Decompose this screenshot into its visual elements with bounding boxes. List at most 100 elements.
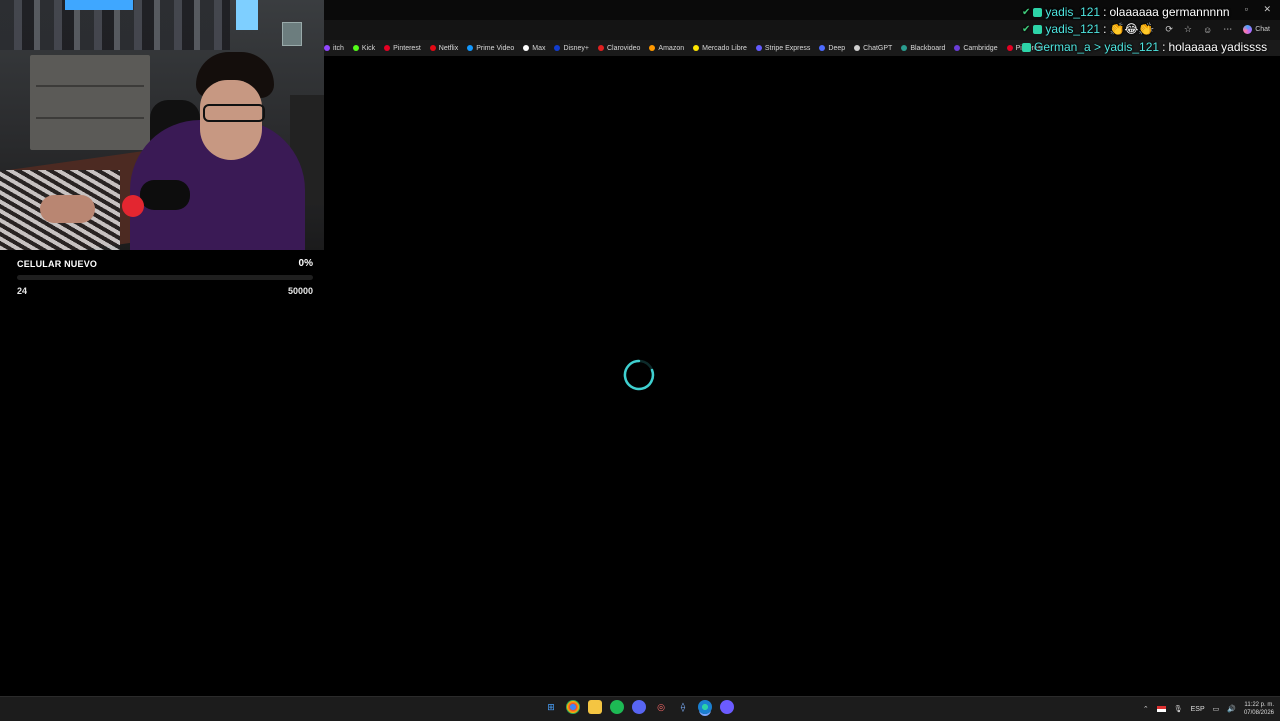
refresh-icon[interactable]: ⟳ <box>1165 24 1173 35</box>
more-menu-icon[interactable]: ⋯ <box>1223 24 1232 35</box>
bookmark-favicon-icon <box>352 45 359 51</box>
bookmark-label: Max <box>532 44 546 52</box>
donation-goal-widget: CELULAR NUEVO 0% 24 50000 <box>17 258 313 296</box>
copilot-icon <box>1243 25 1253 34</box>
bookmark-favicon-icon <box>755 45 762 51</box>
language-indicator[interactable]: ESP <box>1191 706 1205 713</box>
bookmark-favicon-icon <box>819 45 826 51</box>
webcam-feed <box>0 0 324 250</box>
obs-icon[interactable]: ◎ <box>654 700 668 714</box>
chat-separator: : <box>1103 22 1107 36</box>
bookmark-item[interactable]: Mercado Libre <box>693 45 747 52</box>
chrome-icon[interactable] <box>566 700 580 714</box>
bookmark-favicon-icon <box>324 45 330 51</box>
chat-badge-icon <box>1022 42 1031 52</box>
chat-separator: : <box>1162 40 1166 54</box>
bookmark-label: Prime Video <box>476 44 515 52</box>
bookmark-item[interactable]: Clarovideo <box>597 44 641 52</box>
clock[interactable]: 11:22 p. m. 07/08/2026 <box>1244 701 1274 717</box>
bookmark-item[interactable]: Amazon <box>649 45 684 52</box>
clock-time: 11:22 p. m. <box>1244 702 1274 708</box>
bookmark-favicon-icon <box>523 45 530 51</box>
goal-percent: 0% <box>298 258 313 269</box>
bookmark-favicon-icon <box>467 45 474 51</box>
edge-icon[interactable] <box>698 700 712 714</box>
chat-message: ✔ yadis_121 : 👏😂👏 <box>1022 22 1153 36</box>
bookmark-item[interactable]: Deep <box>819 45 845 52</box>
loading-spinner-icon <box>623 359 655 391</box>
bookmark-label: Amazon <box>658 44 685 52</box>
chat-badge-icon <box>1033 7 1043 17</box>
bookmark-item[interactable]: Cambridge <box>954 44 998 52</box>
bookmark-item[interactable]: ChatGPT <box>854 45 892 52</box>
bookmark-item[interactable]: Kick <box>352 44 376 52</box>
copilot-chat-label: Chat <box>1255 26 1270 33</box>
chat-username: German_a > yadis_121 <box>1034 40 1160 54</box>
maximize-icon[interactable]: ▫ <box>1245 4 1248 14</box>
bookmark-label: Kick <box>361 44 376 52</box>
goal-current-amount: 24 <box>17 286 28 296</box>
chat-text: holaaaaa yadissss <box>1168 40 1268 54</box>
bookmark-item[interactable]: Pinterest <box>384 45 421 52</box>
bookmark-item[interactable]: Max <box>523 45 545 52</box>
bookmark-favicon-icon <box>693 45 700 51</box>
bookmark-label: ChatGPT <box>863 44 893 52</box>
network-icon[interactable]: ▭ <box>1213 705 1220 713</box>
bookmark-label: Disney+ <box>563 44 589 52</box>
bookmark-label: Blackboard <box>910 44 946 52</box>
goal-title: CELULAR NUEVO <box>17 258 98 269</box>
bookmark-label: Deep <box>828 44 846 52</box>
close-icon[interactable]: ✕ <box>1263 4 1271 15</box>
spotify-icon[interactable] <box>610 700 624 714</box>
verified-icon: ✔ <box>1022 6 1031 18</box>
discord-icon[interactable] <box>632 700 646 714</box>
browser-toolbar-icons: ★ ⟳ ☆ ☺ ⋯ Chat <box>1146 24 1270 35</box>
chat-separator: : <box>1103 5 1107 19</box>
favorites-icon[interactable]: ☆ <box>1184 24 1192 35</box>
bookmark-favicon-icon <box>649 45 656 51</box>
chat-message: ✔ yadis_121 : olaaaaaa germannnnn <box>1022 5 1230 19</box>
bookmark-label: Netflix <box>438 44 459 52</box>
copilot-chat-button[interactable]: Chat <box>1243 25 1270 34</box>
bookmark-item[interactable]: Disney+ <box>554 44 589 52</box>
volume-icon[interactable]: 🔊 <box>1227 705 1236 713</box>
bookmark-label: Cambridge <box>963 44 998 52</box>
copilot-taskbar-icon[interactable] <box>720 700 734 714</box>
chat-username: yadis_121 <box>1045 5 1101 19</box>
file-explorer-icon[interactable] <box>588 700 602 714</box>
microphone-icon[interactable]: 🎙 <box>1174 705 1183 713</box>
bookmark-favicon-icon <box>384 45 391 51</box>
bookmark-favicon-icon <box>954 45 961 51</box>
profile-icon[interactable]: ☺ <box>1203 25 1212 35</box>
verified-icon: ✔ <box>1022 23 1031 35</box>
bookmark-favicon-icon <box>1006 45 1013 51</box>
bookmark-label: itch <box>333 44 344 52</box>
chat-username: yadis_121 <box>1045 22 1101 36</box>
clock-date: 07/08/2026 <box>1243 710 1274 716</box>
bookmark-item[interactable]: Prime Video <box>467 45 514 52</box>
bookmark-item[interactable]: Blackboard <box>901 45 945 52</box>
bookmark-favicon-icon <box>554 45 561 51</box>
windows-start-icon[interactable]: ⊞ <box>544 700 558 714</box>
bookmark-label: Pinterest <box>393 44 421 52</box>
system-tray: ⌃ 🎙 ESP ▭ 🔊 11:22 p. m. 07/08/2026 <box>1143 701 1274 717</box>
bookmark-favicon-icon <box>429 45 436 51</box>
bookmark-favicon-icon <box>597 45 604 51</box>
bookmark-label: Mercado Libre <box>702 44 747 52</box>
bookmark-favicon-icon <box>854 45 861 51</box>
taskbar: ⊞ ◎ ⟠ ⌃ 🎙 ESP ▭ 🔊 11:22 p. m. 07/08/2026 <box>0 696 1280 721</box>
goal-target-amount: 50000 <box>287 286 313 296</box>
bookmark-item[interactable]: Stripe Express <box>755 44 811 52</box>
bookmark-label: Clarovideo <box>606 44 641 52</box>
chat-text: olaaaaaa germannnnn <box>1109 5 1230 19</box>
bookmark-item[interactable]: Netflix <box>429 44 459 52</box>
chat-message: German_a > yadis_121 : holaaaaa yadissss <box>1022 40 1267 54</box>
chevron-up-icon[interactable]: ⌃ <box>1143 705 1149 713</box>
chat-text: 👏😂👏 <box>1109 22 1154 36</box>
bookmark-favicon-icon <box>901 45 908 51</box>
bookmark-label: Stripe Express <box>764 44 811 52</box>
bookmark-item[interactable]: itch <box>324 45 344 52</box>
app-icon[interactable]: ⟠ <box>676 700 690 714</box>
chat-badge-icon <box>1033 24 1043 34</box>
flag-icon[interactable] <box>1156 706 1166 712</box>
